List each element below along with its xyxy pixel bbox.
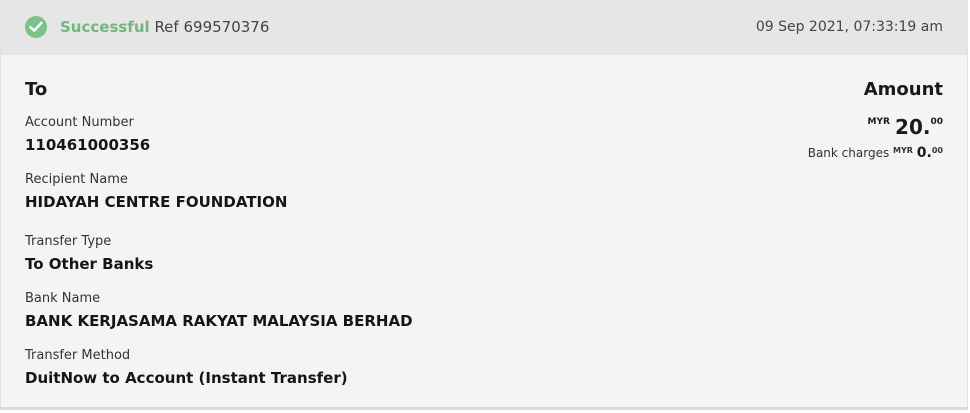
bank-name-value: BANK KERJASAMA RAKYAT MALAYSIA BERHAD — [25, 312, 413, 330]
amount-currency: MYR — [867, 117, 890, 127]
account-number-label: Account Number — [25, 115, 134, 130]
status-text: Successful Ref 699570376 — [60, 18, 269, 36]
amount-whole: 20. — [895, 115, 931, 139]
amount-decimal: 00 — [930, 117, 943, 127]
transaction-receipt-card: Successful Ref 699570376 09 Sep 2021, 07… — [0, 0, 968, 410]
transfer-type-value: To Other Banks — [25, 255, 154, 273]
transfer-amount: MYR 20.00 — [868, 115, 943, 139]
bank-charges: Bank charges MYR 0.00 — [808, 145, 943, 161]
bank-charges-whole: 0. — [916, 145, 932, 161]
bank-charges-currency: MYR — [893, 146, 913, 155]
amount-heading: Amount — [863, 79, 943, 100]
recipient-name-label: Recipient Name — [25, 172, 128, 187]
account-number-value: 110461000356 — [25, 136, 151, 154]
ref-number: 699570376 — [183, 18, 270, 36]
receipt-header: Successful Ref 699570376 09 Sep 2021, 07… — [1, 1, 967, 55]
check-circle-icon — [25, 16, 47, 38]
to-heading: To — [25, 79, 48, 100]
recipient-name-value: HIDAYAH CENTRE FOUNDATION — [25, 193, 288, 211]
bank-charges-decimal: 00 — [931, 146, 943, 155]
transaction-datetime: 09 Sep 2021, 07:33:19 am — [755, 19, 943, 35]
ref-label: Ref — [154, 18, 179, 36]
bank-name-label: Bank Name — [25, 291, 101, 306]
status-label: Successful — [60, 18, 150, 36]
bank-charges-label: Bank charges — [807, 146, 890, 160]
transfer-type-label: Transfer Type — [25, 234, 112, 249]
transfer-method-label: Transfer Method — [25, 348, 131, 363]
transfer-method-value: DuitNow to Account (Instant Transfer) — [25, 369, 348, 387]
